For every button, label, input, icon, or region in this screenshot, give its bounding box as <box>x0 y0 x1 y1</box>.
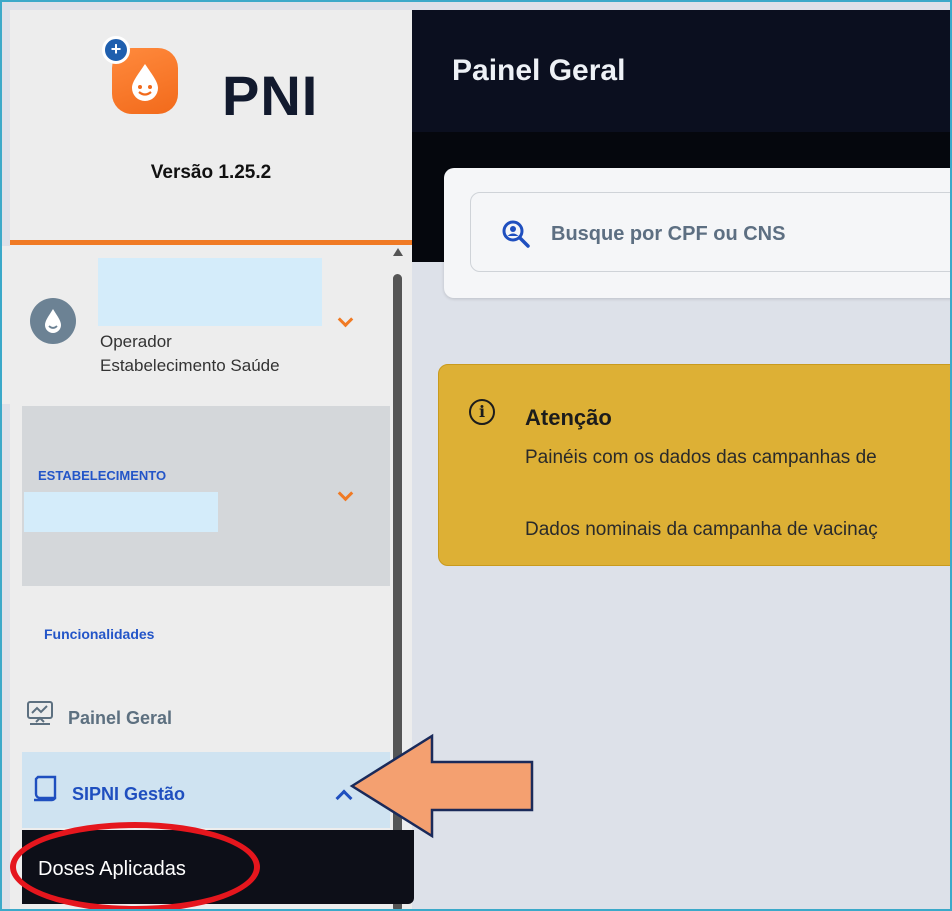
attention-alert: i Atenção Painéis com os dados das campa… <box>438 364 950 566</box>
drop-avatar-icon <box>45 309 61 333</box>
orange-divider <box>10 240 412 245</box>
document-icon <box>34 775 57 802</box>
page-title: Painel Geral <box>452 54 626 87</box>
search-card: Busque por CPF ou CNS <box>444 168 950 298</box>
sidebar-item-label: Painel Geral <box>68 708 173 728</box>
redacted-establishment-name <box>24 492 218 532</box>
alert-text-line2: Dados nominais da campanha de vacinaç <box>525 519 878 540</box>
section-title-funcionalidades: Funcionalidades <box>44 626 155 642</box>
sidebar-item-painel-geral[interactable]: Painel Geral <box>26 696 390 738</box>
scroll-up-arrow-icon[interactable] <box>393 248 403 256</box>
search-placeholder: Busque por CPF ou CNS <box>551 223 786 245</box>
alert-title: Atenção <box>525 405 612 430</box>
annotation-arrow-icon <box>349 733 534 839</box>
annotation-ellipse <box>10 822 260 909</box>
person-search-icon <box>502 220 530 248</box>
screenshot-frame: + PNI Versão 1.25.2 Operador Estabelecim… <box>0 0 952 911</box>
sidebar-item-label: SIPNI Gestão <box>72 784 186 804</box>
user-role-line2: Estabelecimento Saúde <box>100 356 280 375</box>
establishment-selector[interactable]: ESTABELECIMENTO <box>22 406 390 586</box>
redacted-user-name <box>98 258 322 326</box>
chevron-down-icon[interactable] <box>338 314 352 328</box>
sidebar-item-sipni-gestao[interactable]: SIPNI Gestão <box>22 752 390 828</box>
search-input[interactable]: Busque por CPF ou CNS <box>470 192 950 272</box>
header: Painel Geral <box>412 10 950 132</box>
plus-badge-icon: + <box>102 36 130 64</box>
avatar <box>30 298 76 344</box>
logo-area: + PNI Versão 1.25.2 <box>10 10 412 242</box>
establishment-title: ESTABELECIMENTO <box>38 468 167 483</box>
logo-text: PNI <box>222 64 319 127</box>
user-role-line1: Operador <box>100 332 172 351</box>
version-label: Versão 1.25.2 <box>150 162 272 183</box>
user-role: Operador Estabelecimento Saúde <box>100 330 280 378</box>
chevron-down-icon[interactable] <box>338 488 352 502</box>
alert-text-line1: Painéis com os dados das campanhas de <box>525 447 877 468</box>
user-profile[interactable]: Operador Estabelecimento Saúde <box>2 246 390 404</box>
info-icon: i <box>469 399 495 425</box>
drop-icon <box>132 64 158 101</box>
dashboard-icon <box>27 701 53 725</box>
